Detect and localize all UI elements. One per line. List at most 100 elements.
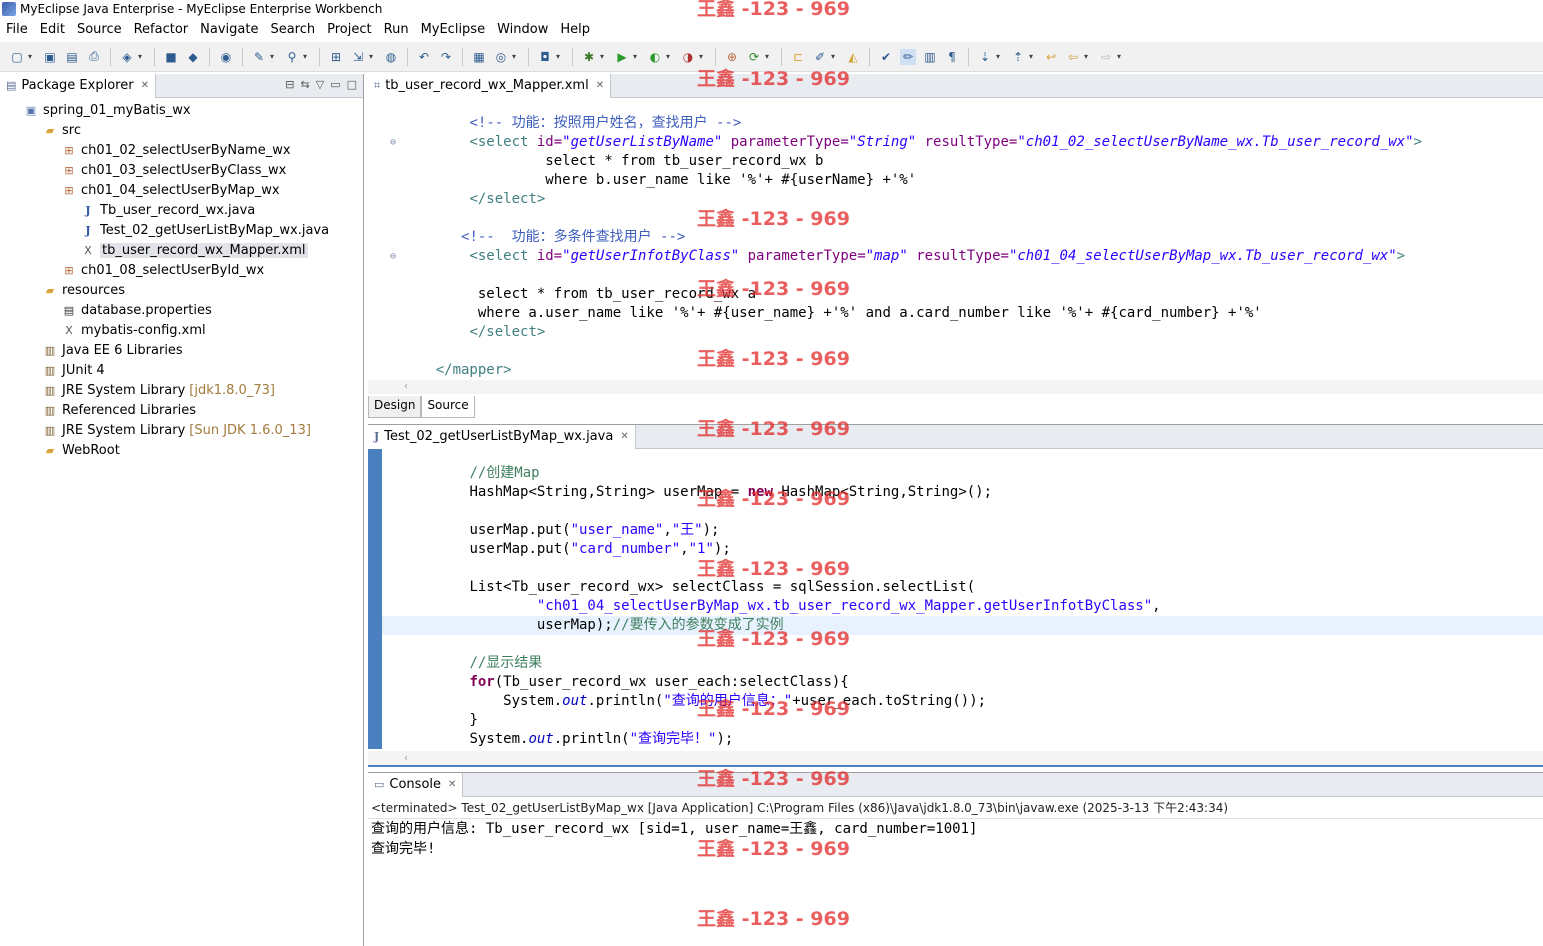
- menu-source[interactable]: Source: [71, 22, 128, 37]
- menu-project[interactable]: Project: [321, 22, 377, 37]
- tree-item[interactable]: Xtb_user_record_wx_Mapper.xml: [0, 240, 363, 260]
- close-icon[interactable]: ✕: [620, 431, 628, 442]
- menu-refactor[interactable]: Refactor: [128, 22, 195, 37]
- tree-item[interactable]: ▥ JRE System Library [Sun JDK 1.6.0_13]: [0, 420, 363, 440]
- tree-item[interactable]: ▣ spring_01_myBatis_wx: [0, 100, 363, 120]
- horizontal-scrollbar[interactable]: ‹: [368, 380, 1543, 394]
- block-select-icon[interactable]: ▥: [922, 49, 938, 65]
- close-icon[interactable]: ✕: [596, 80, 604, 91]
- tree-item[interactable]: ▥ Java EE 6 Libraries: [0, 340, 363, 360]
- tree-item[interactable]: ⊞ ch01_02_selectUserByName_wx: [0, 140, 363, 160]
- tree-item[interactable]: ▥ JUnit 4: [0, 360, 363, 380]
- new-icon[interactable]: ▢: [9, 49, 25, 65]
- camera-icon[interactable]: ◘: [537, 49, 553, 65]
- menu-run[interactable]: Run: [378, 22, 415, 37]
- menu-help[interactable]: Help: [554, 22, 596, 37]
- database-icon[interactable]: ◎: [493, 49, 509, 65]
- image-icon[interactable]: ▦: [471, 49, 487, 65]
- debug-dropdown-icon[interactable]: ▾: [600, 52, 608, 61]
- tab-test-java[interactable]: J Test_02_getUserListByMap_wx.java ✕: [368, 424, 636, 449]
- deploy-project-icon[interactable]: ⇲: [350, 49, 366, 65]
- tab-source[interactable]: Source: [421, 396, 475, 418]
- database-dropdown-icon[interactable]: ▾: [512, 52, 520, 61]
- xml-code-area[interactable]: <!-- 功能：按照用户姓名，查找用户 --> ⊖ <select id="get…: [368, 98, 1543, 380]
- menu-myeclipse[interactable]: MyEclipse: [415, 22, 492, 37]
- tree-item[interactable]: ▰ src: [0, 120, 363, 140]
- class-dropdown-icon[interactable]: ▾: [138, 52, 146, 61]
- camera-dropdown-icon[interactable]: ▾: [556, 52, 564, 61]
- fold-icon[interactable]: ⊖: [390, 247, 396, 266]
- forward-icon[interactable]: ⇨: [1098, 49, 1114, 65]
- new-dropdown-icon[interactable]: ▾: [28, 52, 36, 61]
- close-icon[interactable]: ✕: [141, 80, 149, 91]
- save-all-icon[interactable]: ▤: [64, 49, 80, 65]
- prev-annotation-icon[interactable]: ⇡: [1010, 49, 1026, 65]
- tab-console[interactable]: ▭ Console ✕: [368, 772, 464, 797]
- maximize-icon[interactable]: □: [347, 78, 357, 91]
- back-dropdown-icon[interactable]: ▾: [1084, 52, 1092, 61]
- open-folder-icon[interactable]: ⊏: [790, 49, 806, 65]
- minimize-icon[interactable]: ▭: [330, 78, 340, 91]
- tree-item[interactable]: ▥ JRE System Library [jdk1.8.0_73]: [0, 380, 363, 400]
- tree-item[interactable]: ▰ WebRoot: [0, 440, 363, 460]
- search-dropdown-icon[interactable]: ▾: [303, 52, 311, 61]
- pin-dropdown-icon[interactable]: ▾: [831, 52, 839, 61]
- forward-history-icon[interactable]: ↷: [438, 49, 454, 65]
- tree-item[interactable]: Xmybatis-config.xml: [0, 320, 363, 340]
- menu-navigate[interactable]: Navigate: [194, 22, 264, 37]
- horizontal-scrollbar[interactable]: ‹: [368, 751, 1543, 767]
- java-code-area[interactable]: //创建Map HashMap<String,String> userMap =…: [382, 449, 1543, 749]
- server-icon[interactable]: ◉: [218, 49, 234, 65]
- external-tools-icon[interactable]: ◑: [680, 49, 696, 65]
- deploy-icon[interactable]: ✎: [251, 49, 267, 65]
- deploy-project-dropdown-icon[interactable]: ▾: [369, 52, 377, 61]
- next-annotation-icon[interactable]: ⇣: [977, 49, 993, 65]
- tree-item[interactable]: J Tb_user_record_wx.java: [0, 200, 363, 220]
- toggle-mark-icon[interactable]: ✔: [878, 49, 894, 65]
- menu-file[interactable]: File: [0, 22, 34, 37]
- tree-item[interactable]: ▥ Referenced Libraries: [0, 400, 363, 420]
- tree-item[interactable]: ⊞ ch01_04_selectUserByMap_wx: [0, 180, 363, 200]
- pin-icon[interactable]: ✐: [812, 49, 828, 65]
- open-resource-icon[interactable]: ◆: [185, 49, 201, 65]
- deploy-dropdown-icon[interactable]: ▾: [270, 52, 278, 61]
- run-icon[interactable]: ▶: [614, 49, 630, 65]
- prev-annotation-dropdown-icon[interactable]: ▾: [1029, 52, 1037, 61]
- browser-icon[interactable]: ◍: [383, 49, 399, 65]
- save-icon[interactable]: ▣: [42, 49, 58, 65]
- back-history-icon[interactable]: ↶: [416, 49, 432, 65]
- menu-window[interactable]: Window: [491, 22, 554, 37]
- tab-design[interactable]: Design: [368, 396, 422, 418]
- view-menu-icon[interactable]: ▽: [316, 78, 324, 91]
- task-icon[interactable]: ◭: [845, 49, 861, 65]
- external-tools-dropdown-icon[interactable]: ▾: [699, 52, 707, 61]
- fold-icon[interactable]: ⊖: [390, 133, 396, 152]
- close-icon[interactable]: ✕: [448, 779, 456, 790]
- tree-item[interactable]: ⊞ ch01_03_selectUserByClass_wx: [0, 160, 363, 180]
- refresh-dropdown-icon[interactable]: ▾: [765, 52, 773, 61]
- tab-mapper-xml[interactable]: ⌗ tb_user_record_wx_Mapper.xml ✕: [368, 73, 612, 98]
- collapse-all-icon[interactable]: ⊟: [285, 78, 294, 91]
- tree-item[interactable]: J Test_02_getUserListByMap_wx.java: [0, 220, 363, 240]
- tree-item[interactable]: ▰ resources: [0, 280, 363, 300]
- debug-icon[interactable]: ✱: [581, 49, 597, 65]
- new-package-icon[interactable]: ⊕: [724, 49, 740, 65]
- search-icon[interactable]: ⚲: [284, 49, 300, 65]
- run-dropdown-icon[interactable]: ▾: [633, 52, 641, 61]
- highlight-icon[interactable]: ✏: [900, 48, 916, 65]
- coverage-dropdown-icon[interactable]: ▾: [666, 52, 674, 61]
- new-java-class-icon[interactable]: ◈: [119, 49, 135, 65]
- link-with-editor-icon[interactable]: ⇆: [301, 78, 310, 91]
- tree-item[interactable]: ▤ database.properties: [0, 300, 363, 320]
- tab-package-explorer[interactable]: ▤ Package Explorer ✕: [0, 73, 156, 98]
- menu-search[interactable]: Search: [264, 22, 321, 37]
- refresh-icon[interactable]: ⟳: [746, 49, 762, 65]
- print-icon[interactable]: ⎙: [86, 49, 102, 65]
- back-icon[interactable]: ⇦: [1065, 49, 1081, 65]
- next-annotation-dropdown-icon[interactable]: ▾: [996, 52, 1004, 61]
- web-project-icon[interactable]: ⊞: [328, 49, 344, 65]
- show-whitespace-icon[interactable]: ¶: [944, 49, 960, 65]
- menu-edit[interactable]: Edit: [34, 22, 71, 37]
- tree-item[interactable]: ⊞ ch01_08_selectUserById_wx: [0, 260, 363, 280]
- forward-dropdown-icon[interactable]: ▾: [1117, 52, 1125, 61]
